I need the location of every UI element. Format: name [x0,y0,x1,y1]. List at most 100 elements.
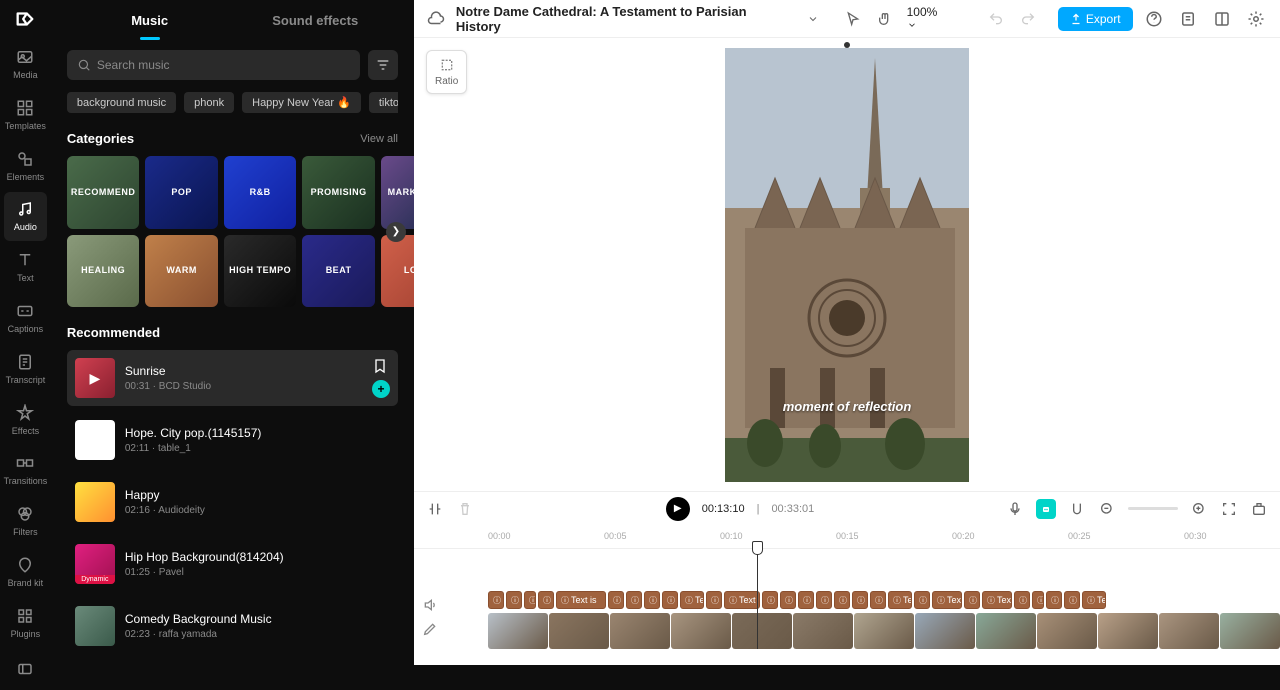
playhead[interactable] [757,549,758,649]
text-clip[interactable]: ⓘ [1064,591,1080,609]
category-card[interactable]: MARKETING [381,156,414,229]
cursor-tool[interactable] [843,9,863,29]
category-card[interactable]: LOVE [381,235,414,308]
text-clip[interactable]: ⓘ [488,591,504,609]
category-card[interactable]: R&B [224,156,297,229]
track-item[interactable]: Merry Christmas (Acoustic)03:48 · Lao [67,660,398,665]
text-clip[interactable]: ⓘ [1032,591,1044,609]
text-clip[interactable]: ⓘText [724,591,760,609]
video-clip[interactable] [671,613,731,649]
playhead-handle[interactable] [752,541,763,555]
text-clip[interactable]: ⓘ [816,591,832,609]
video-clip[interactable] [549,613,609,649]
redo-button[interactable] [1018,9,1038,29]
video-clip[interactable] [915,613,975,649]
tag[interactable]: phonk [184,92,234,113]
text-clip[interactable]: ⓘ [964,591,980,609]
mic-button[interactable] [1006,500,1024,518]
bookmark-icon[interactable] [372,358,388,374]
category-card[interactable]: POP [145,156,218,229]
text-clip[interactable]: ⓘT [1046,591,1062,609]
track-item[interactable]: Hope. City pop.(1145157)02:11 · table_1 [67,412,398,468]
sidebar-item-media[interactable]: Media [0,40,51,89]
text-clip[interactable]: ⓘText is [556,591,606,609]
text-clip[interactable]: ⓘ [780,591,796,609]
text-clip[interactable]: ⓘT [1014,591,1030,609]
text-clip[interactable]: ⓘ [662,591,678,609]
hand-tool[interactable] [875,9,895,29]
text-clip[interactable]: ⓘTex [932,591,962,609]
sidebar-item-transcript[interactable]: Transcript [0,345,51,394]
expand-button[interactable] [1250,500,1268,518]
zoom-in-button[interactable] [1190,500,1208,518]
sidebar-item-filters[interactable]: Filters [0,497,51,546]
history-button[interactable] [1176,7,1200,31]
tag[interactable]: tiktok [369,92,398,113]
sidebar-item-collapse[interactable] [0,652,51,690]
split-button[interactable] [426,500,444,518]
cloud-sync-icon[interactable] [426,9,446,29]
tag[interactable]: Happy New Year 🔥 [242,92,361,113]
category-card[interactable]: WARM [145,235,218,308]
help-button[interactable] [1143,7,1167,31]
video-preview[interactable]: moment of reflection [725,48,969,482]
filter-button[interactable] [368,50,398,80]
sidebar-item-templates[interactable]: Templates [0,91,51,140]
video-clip[interactable] [488,613,548,649]
undo-button[interactable] [986,9,1006,29]
text-clip[interactable]: ⓘ [762,591,778,609]
export-button[interactable]: Export [1058,7,1133,31]
video-clip[interactable] [1159,613,1219,649]
sidebar-item-text[interactable]: Text [0,243,51,292]
video-clip[interactable] [1037,613,1097,649]
sidebar-item-brand-kit[interactable]: Brand kit [0,548,51,597]
track-item[interactable]: ▶Sunrise00:31 · BCD Studio+ [67,350,398,406]
text-clip[interactable]: ⓘ [798,591,814,609]
track-item[interactable]: DynamicHip Hop Background(814204)01:25 ·… [67,536,398,592]
layout-button[interactable] [1210,7,1234,31]
fit-button[interactable] [1220,500,1238,518]
time-ruler[interactable]: 00:0000:0500:1000:1500:2000:2500:30 [414,525,1280,549]
text-clip[interactable]: ⓘTe [888,591,912,609]
tab-music[interactable]: Music [67,3,233,38]
text-clip[interactable]: ⓘTex [982,591,1012,609]
play-button[interactable]: ▶ [666,497,690,521]
video-clip[interactable] [1098,613,1158,649]
text-clip[interactable]: ⓘ [706,591,722,609]
text-clip[interactable]: ⓘ [538,591,554,609]
text-clip[interactable]: ⓘ [608,591,624,609]
video-clip[interactable] [1220,613,1280,649]
text-clip[interactable]: ⓘ [524,591,536,609]
ai-button[interactable] [1036,499,1056,519]
zoom-slider[interactable] [1128,507,1178,510]
app-logo[interactable] [9,8,41,30]
sidebar-item-elements[interactable]: Elements [0,142,51,191]
zoom-dropdown[interactable]: 100% [907,5,951,33]
sidebar-item-effects[interactable]: Effects [0,396,51,445]
text-clip[interactable]: ⓘ [852,591,868,609]
project-title[interactable]: Notre Dame Cathedral: A Testament to Par… [456,4,793,34]
tag[interactable]: background music [67,92,176,113]
category-card[interactable]: RECOMMEND [67,156,140,229]
category-card[interactable]: PROMISING [302,156,375,229]
category-card[interactable]: HIGH TEMPO [224,235,297,308]
mute-track-button[interactable] [422,597,440,615]
video-clip[interactable] [976,613,1036,649]
edit-track-button[interactable] [422,621,440,639]
text-clip[interactable]: ⓘ [834,591,850,609]
sidebar-item-captions[interactable]: Captions [0,294,51,343]
text-clip[interactable]: ⓘT [644,591,660,609]
ratio-tool[interactable]: Ratio [426,50,467,94]
canvas-area[interactable]: Ratio moment of ref [414,38,1280,491]
text-clip[interactable]: ⓘT [506,591,522,609]
sidebar-item-transitions[interactable]: Transitions [0,446,51,495]
zoom-out-button[interactable] [1098,500,1116,518]
tab-sound-effects[interactable]: Sound effects [232,3,398,38]
text-clip[interactable]: ⓘ [626,591,642,609]
video-clip[interactable] [854,613,914,649]
text-clip[interactable]: ⓘTe [1082,591,1106,609]
settings-button[interactable] [1244,7,1268,31]
view-all-link[interactable]: View all [360,133,398,145]
chevron-down-icon[interactable] [803,9,823,29]
track-item[interactable]: Comedy Background Music02:23 · raffa yam… [67,598,398,654]
